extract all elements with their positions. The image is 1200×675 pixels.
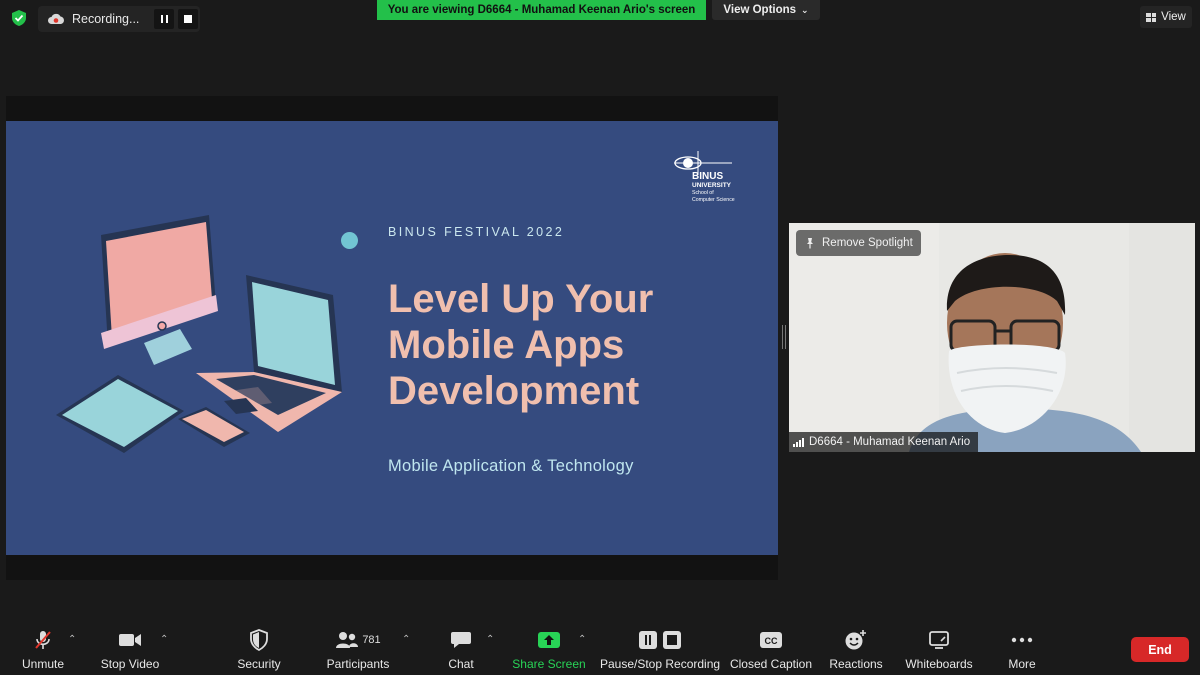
recording-indicator: Recording... [38, 6, 200, 32]
more-label: More [1008, 657, 1036, 671]
muted-microphone-icon [35, 631, 51, 649]
view-label: View [1161, 11, 1186, 23]
whiteboards-label: Whiteboards [905, 657, 973, 671]
svg-text:Computer Science: Computer Science [692, 197, 735, 203]
pause-stop-recording-label: Pause/Stop Recording [599, 657, 721, 671]
slide-kicker: BINUS FESTIVAL 2022 [388, 225, 565, 239]
chat-button[interactable]: Chat [440, 628, 482, 673]
stop-video-button[interactable]: Stop Video [98, 628, 162, 673]
participant-count: 781 [362, 634, 381, 646]
viewing-screen-banner: You are viewing D6664 - Muhamad Keenan A… [377, 0, 706, 20]
participant-name-bar: D6664 - Muhamad Keenan Ario [789, 432, 979, 452]
closed-caption-button[interactable]: CC Closed Caption [728, 628, 814, 673]
security-label: Security [237, 657, 281, 671]
svg-text:BINUS: BINUS [692, 171, 723, 182]
chevron-down-icon: ⌄ [801, 4, 809, 15]
view-options-button[interactable]: View Options ⌄ [712, 0, 820, 20]
audio-options-caret[interactable]: ⌃ [68, 634, 76, 645]
reactions-smiley-icon [845, 630, 866, 650]
whiteboard-icon [929, 631, 949, 649]
video-camera-icon [119, 634, 141, 646]
view-options-label: View Options [723, 4, 797, 16]
end-meeting-button[interactable]: End [1131, 637, 1189, 662]
reactions-button[interactable]: Reactions [826, 628, 886, 673]
cloud-recording-icon [48, 13, 64, 24]
signal-strength-icon [793, 437, 804, 447]
chat-options-caret[interactable]: ⌃ [486, 634, 494, 645]
whiteboards-button[interactable]: Whiteboards [902, 628, 976, 673]
more-dots-icon [1011, 637, 1033, 643]
share-screen-icon [538, 632, 560, 648]
binus-logo: BINUS UNIVERSITY School of Computer Scie… [674, 151, 735, 203]
participant-video-tile[interactable]: Remove Spotlight D6664 - Muhamad Keenan … [789, 223, 1195, 452]
view-button[interactable]: View [1140, 6, 1192, 28]
shared-slide: BINUS UNIVERSITY School of Computer Scie… [6, 121, 778, 555]
pin-icon [807, 238, 813, 249]
security-shield-icon[interactable] [10, 9, 28, 27]
svg-text:CC: CC [765, 636, 778, 646]
stop-video-label: Stop Video [100, 657, 160, 671]
share-screen-label: Share Screen [512, 657, 586, 671]
participant-name: D6664 - Muhamad Keenan Ario [809, 436, 971, 448]
reactions-label: Reactions [829, 657, 883, 671]
remove-spotlight-label: Remove Spotlight [822, 237, 913, 249]
stop-recording-button[interactable] [178, 9, 198, 29]
svg-text:School of: School of [692, 190, 714, 196]
resize-handle[interactable] [782, 325, 786, 349]
chat-label: Chat [448, 657, 474, 671]
slide-title: Level Up Your Mobile Apps Development [388, 277, 654, 413]
more-button[interactable]: More [1002, 628, 1042, 673]
participants-icon [336, 632, 359, 648]
participants-options-caret[interactable]: ⌃ [402, 634, 410, 645]
share-screen-button[interactable]: Share Screen [512, 628, 586, 673]
svg-text:UNIVERSITY: UNIVERSITY [692, 182, 732, 189]
unmute-label: Unmute [21, 657, 65, 671]
grid-view-icon [1146, 12, 1157, 22]
chat-bubble-icon [451, 632, 471, 648]
pause-icon [160, 15, 168, 23]
stop-icon [184, 15, 192, 23]
recording-label: Recording... [72, 12, 140, 26]
devices-illustration [56, 215, 342, 453]
pause-stop-icon [639, 631, 681, 649]
remove-spotlight-button[interactable]: Remove Spotlight [796, 230, 921, 256]
security-button[interactable]: Security [234, 628, 284, 673]
participant-video-feed [789, 223, 1195, 452]
cursor-dot [341, 232, 358, 249]
participants-label: Participants [326, 657, 390, 671]
pause-recording-button[interactable] [154, 9, 174, 29]
participants-button[interactable]: 781 Participants [322, 628, 394, 673]
shield-icon [250, 629, 268, 651]
closed-caption-icon: CC [760, 632, 782, 648]
video-options-caret[interactable]: ⌃ [160, 634, 168, 645]
share-options-caret[interactable]: ⌃ [578, 634, 586, 645]
pause-stop-recording-button[interactable]: Pause/Stop Recording [600, 628, 720, 673]
closed-caption-label: Closed Caption [729, 657, 813, 671]
slide-subtitle: Mobile Application & Technology [388, 457, 634, 475]
unmute-button[interactable]: Unmute [16, 628, 70, 673]
